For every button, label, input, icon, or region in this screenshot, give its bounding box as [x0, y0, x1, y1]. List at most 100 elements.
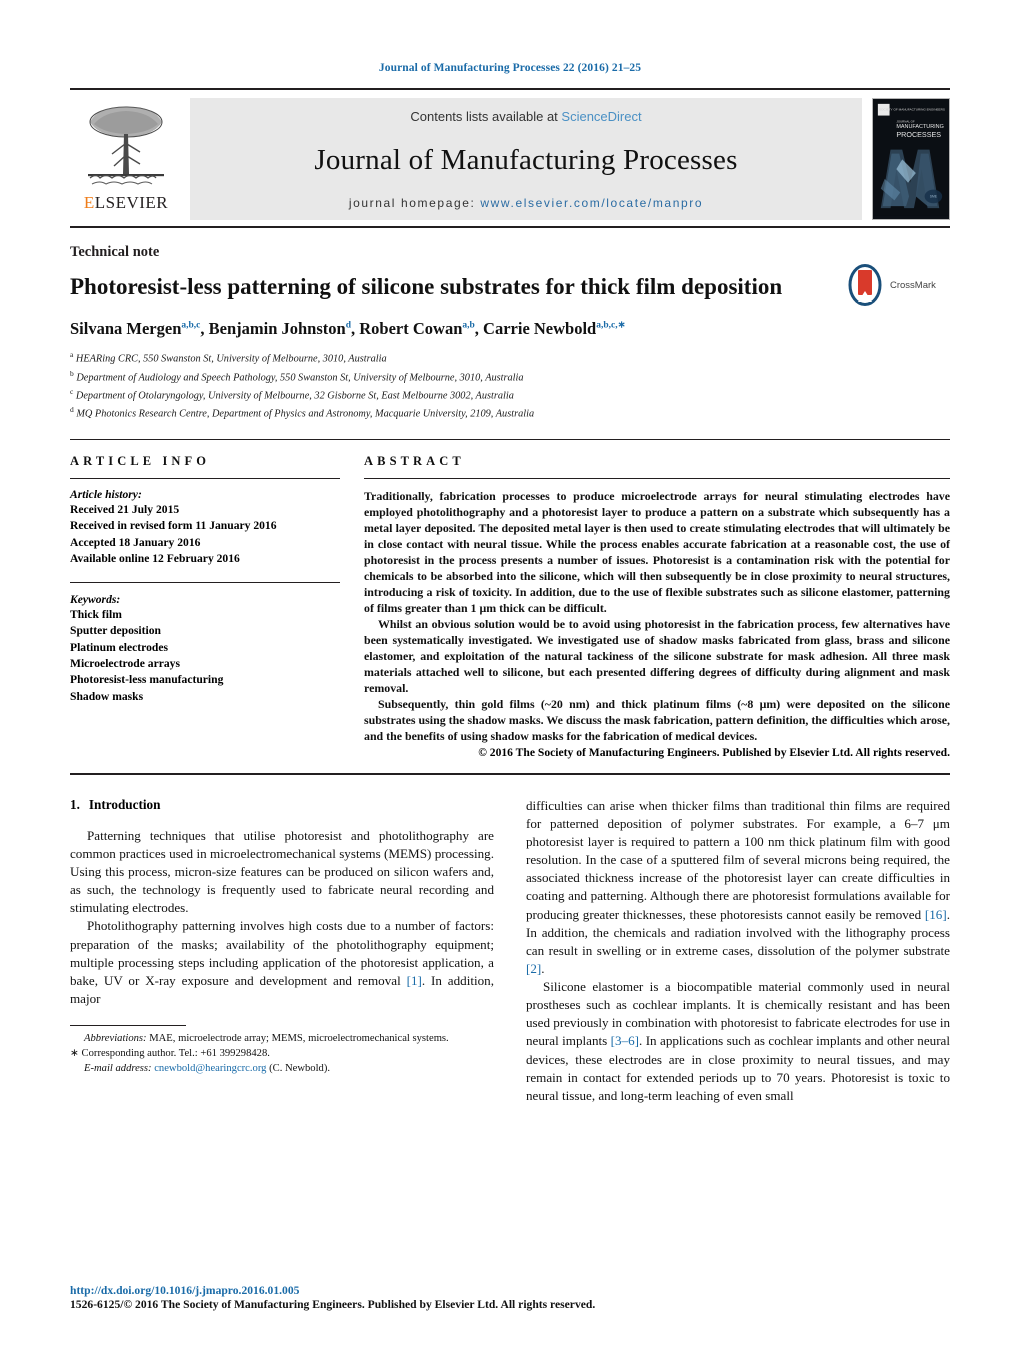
body-columns: 1. Introduction Patterning techniques tha…	[70, 797, 950, 1105]
contents-available-line: Contents lists available at ScienceDirec…	[410, 109, 641, 124]
crossmark-label: CrossMark	[890, 279, 936, 291]
article-info-rule	[70, 477, 340, 479]
author-affil-marker: a,b,c	[181, 320, 201, 331]
journal-cover-thumbnail: SOCIETY OF MANUFACTURING ENGINEERS JOURN…	[872, 98, 950, 220]
footnote-abbreviations: Abbreviations: MAE, microelectrode array…	[70, 1031, 494, 1046]
article-history-item: Accepted 18 January 2016	[70, 535, 201, 549]
article-history-item: Available online 12 February 2016	[70, 552, 240, 566]
abstract-paragraph: Whilst an obvious solution would be to a…	[364, 616, 950, 695]
abstract-rule	[364, 477, 950, 479]
corresponding-text: Corresponding author. Tel.: +61 39929842…	[81, 1048, 270, 1060]
contents-prefix: Contents lists available at	[410, 109, 562, 124]
citation-ref[interactable]: [2]	[526, 961, 541, 976]
body-paragraph: Photolithography patterning involves hig…	[70, 918, 494, 1006]
abstract-paragraph: Traditionally, fabrication processes to …	[364, 488, 950, 615]
journal-title: Journal of Manufacturing Processes	[314, 143, 738, 176]
cover-artwork: SOCIETY OF MANUFACTURING ENGINEERS JOURN…	[873, 99, 949, 216]
footnote-block: Abbreviations: MAE, microelectrode array…	[70, 1025, 494, 1076]
affiliation-marker: c	[70, 387, 74, 397]
elsevier-tree-icon	[88, 106, 164, 185]
keyword-item: Microelectrode arrays	[70, 656, 180, 670]
keyword-item: Photoresist-less manufacturing	[70, 673, 224, 687]
body-paragraph: Silicone elastomer is a biocompatible ma…	[526, 979, 950, 1103]
svg-text:SOCIETY OF MANUFACTURING ENGIN: SOCIETY OF MANUFACTURING ENGINEERS	[879, 108, 945, 112]
homepage-url[interactable]: www.elsevier.com/locate/manpro	[480, 196, 703, 210]
affiliation-text: Department of Otolaryngology, University…	[75, 390, 514, 402]
affiliation-text: HEARing CRC, 550 Swanston St, University…	[75, 353, 387, 365]
elsevier-wordmark: ELSEVIER	[83, 193, 169, 212]
doi-link[interactable]: http://dx.doi.org/10.1016/j.jmapro.2016.…	[70, 1284, 950, 1297]
email-link[interactable]: cnewbold@hearingcrc.org	[154, 1063, 266, 1074]
section-heading-introduction: 1. Introduction	[70, 797, 494, 813]
keywords-label: Keywords:	[70, 592, 121, 606]
affiliation-marker: b	[70, 368, 74, 378]
footer-doi-block: http://dx.doi.org/10.1016/j.jmapro.2016.…	[70, 1284, 950, 1311]
citation-ref[interactable]: [3–6]	[611, 1033, 639, 1048]
crossmark-icon	[848, 264, 882, 306]
author-item: Silvana Mergena,b,c	[70, 319, 200, 338]
author-list: Silvana Mergena,b,c, Benjamin Johnstond,…	[70, 319, 626, 339]
abbreviations-text: MAE, microelectrode array; MEMS, microel…	[149, 1033, 449, 1045]
journal-homepage-line: journal homepage: www.elsevier.com/locat…	[349, 196, 703, 210]
sciencedirect-link[interactable]: ScienceDirect	[561, 109, 641, 124]
keyword-item: Thick film	[70, 607, 122, 621]
author-name: Benjamin Johnston	[208, 319, 346, 339]
affiliation-item: c Department of Otolaryngology, Universi…	[70, 386, 950, 404]
footnote-rule	[70, 1025, 186, 1027]
info-abstract-block: ARTICLE INFO Article history: Received 2…	[70, 440, 950, 759]
author-affil-marker: a,b	[462, 320, 475, 331]
article-info-heading: ARTICLE INFO	[70, 453, 211, 468]
section-number: 1.	[70, 796, 80, 812]
author-affil-marker: a,b,c,∗	[596, 320, 626, 331]
citation-ref[interactable]: [1]	[407, 973, 422, 988]
author-item: Robert Cowana,b	[359, 319, 475, 338]
svg-text:JOURNAL OF: JOURNAL OF	[896, 119, 915, 123]
author-name: Carrie Newbold	[483, 319, 597, 339]
affiliation-marker: a	[70, 350, 74, 360]
affiliation-list: a HEARing CRC, 550 Swanston St, Universi…	[70, 349, 950, 423]
crossmark-badge[interactable]: CrossMark	[844, 264, 950, 306]
citation-ref[interactable]: [16]	[925, 907, 947, 922]
author-name: Silvana Mergen	[70, 319, 182, 339]
svg-text:PROCESSES: PROCESSES	[896, 130, 941, 139]
svg-text:SME: SME	[930, 194, 938, 198]
running-head: Journal of Manufacturing Processes 22 (2…	[378, 62, 642, 74]
abstract-copyright: © 2016 The Society of Manufacturing Engi…	[478, 745, 950, 759]
email-suffix: (C. Newbold).	[269, 1063, 331, 1075]
paper-page: Journal of Manufacturing Processes 22 (2…	[0, 0, 1020, 1351]
issn-copyright-line: 1526-6125/© 2016 The Society of Manufact…	[70, 1298, 596, 1311]
info-bottom-rule	[70, 772, 950, 775]
section-title: Introduction	[88, 796, 161, 812]
body-paragraph: difficulties can arise when thicker film…	[526, 797, 950, 976]
keyword-item: Platinum electrodes	[70, 640, 168, 654]
page-title: Photoresist-less patterning of silicone …	[70, 274, 783, 299]
keywords-rule	[70, 581, 340, 583]
body-column-left: 1. Introduction Patterning techniques tha…	[70, 797, 494, 1105]
abbreviations-label: Abbreviations:	[84, 1033, 147, 1045]
article-type: Technical note	[70, 244, 160, 260]
affiliation-text: MQ Photonics Research Centre, Department…	[76, 408, 535, 420]
affiliation-text: Department of Audiology and Speech Patho…	[76, 372, 524, 384]
author-affil-marker: d	[345, 320, 351, 331]
article-history-label: Article history:	[70, 487, 142, 501]
affiliation-item: a HEARing CRC, 550 Swanston St, Universi…	[70, 349, 950, 367]
author-item: Benjamin Johnstond	[209, 319, 351, 338]
keyword-item: Shadow masks	[70, 689, 144, 703]
masthead-bottom-rule	[70, 226, 950, 228]
body-paragraph: Patterning techniques that utilise photo…	[70, 827, 494, 916]
footnote-email: E-mail address: cnewbold@hearingcrc.org …	[70, 1061, 494, 1076]
masthead-center: Contents lists available at ScienceDirec…	[190, 98, 862, 220]
affiliation-marker: d	[70, 405, 74, 415]
article-info-column: ARTICLE INFO Article history: Received 2…	[70, 454, 340, 759]
footnote-corresponding-author: ∗ Corresponding author. Tel.: +61 399298…	[70, 1046, 494, 1061]
author-item: Carrie Newbolda,b,c,∗	[483, 319, 626, 338]
affiliation-item: d MQ Photonics Research Centre, Departme…	[70, 404, 950, 422]
abstract-paragraph: Subsequently, thin gold films (~20 nm) a…	[364, 696, 950, 743]
article-history-item: Received 21 July 2015	[70, 502, 180, 516]
elsevier-logo: ELSEVIER	[70, 98, 182, 220]
corresponding-marker: ∗	[70, 1048, 79, 1060]
abstract-heading: ABSTRACT	[364, 453, 465, 468]
article-header: Technical note CrossMark Photoresist-les…	[70, 244, 950, 423]
author-name: Robert Cowan	[359, 319, 463, 339]
article-history-item: Received in revised form 11 January 2016	[70, 519, 277, 533]
